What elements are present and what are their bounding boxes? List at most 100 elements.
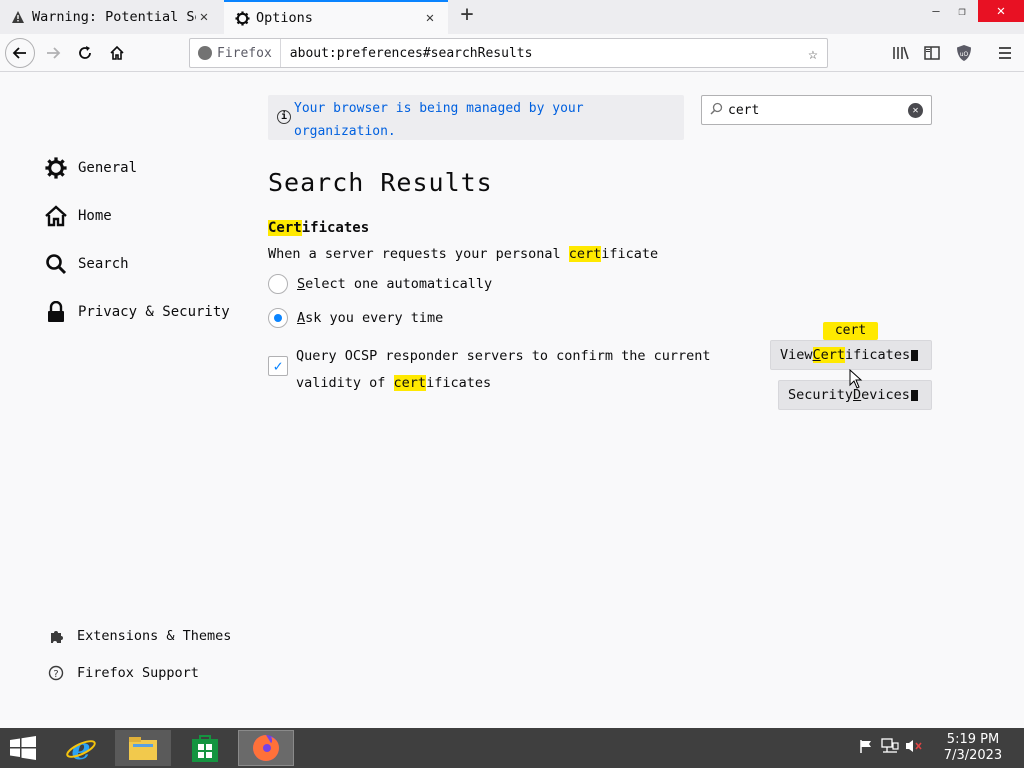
view-certificates-button[interactable]: View Cert ificates	[770, 340, 932, 370]
text-cursor	[910, 389, 918, 401]
identity-box[interactable]: Firefox	[190, 39, 281, 67]
search-highlight: Cert	[812, 347, 846, 363]
ocsp-label-rest: ificates	[426, 375, 492, 391]
forward-button[interactable]	[39, 39, 67, 67]
sidebar-item-extensions[interactable]: Extensions & Themes	[48, 628, 231, 644]
accesskey: S	[297, 276, 306, 292]
internet-explorer-icon: e	[66, 732, 96, 764]
lock-icon	[45, 301, 67, 323]
reload-button[interactable]	[71, 39, 99, 67]
sidebar-toggle-icon[interactable]	[923, 44, 941, 62]
radio-ask-every-time[interactable]: Ask you every time	[268, 308, 443, 328]
folder-icon	[129, 737, 157, 760]
volume-muted-icon[interactable]	[905, 738, 923, 756]
taskbar-internet-explorer[interactable]: e	[53, 730, 109, 766]
sidebar-item-label: Extensions & Themes	[77, 628, 232, 644]
search-icon	[45, 253, 67, 275]
start-button[interactable]	[8, 736, 40, 760]
library-icon[interactable]	[892, 44, 910, 62]
mouse-pointer-icon	[849, 369, 863, 389]
search-match-tooltip: cert	[823, 322, 878, 345]
policies-notice-link[interactable]: Your browser is being managed by your or…	[294, 97, 614, 143]
ublock-icon[interactable]: uO	[955, 44, 973, 62]
sidebar-item-label: General	[78, 160, 138, 176]
network-icon[interactable]	[881, 738, 899, 756]
button-label: Security	[788, 387, 854, 403]
info-icon: i	[277, 110, 291, 124]
desc-text: When a server requests your personal	[268, 246, 569, 262]
section-title-rest: ificates	[301, 220, 370, 236]
gear-icon	[234, 10, 250, 26]
url-text[interactable]: about:preferences#searchResults	[281, 46, 799, 61]
taskbar-clock[interactable]: 5:19 PM 7/3/2023	[936, 732, 1010, 764]
text-cursor	[911, 349, 919, 361]
tab-options[interactable]: Options ✕	[224, 0, 448, 34]
bookmark-star-icon[interactable]: ☆	[799, 44, 827, 63]
radio-label-text: elect one automatically	[305, 276, 493, 292]
tab-title: Options	[256, 10, 313, 26]
restore-button[interactable]: ❐	[946, 0, 978, 22]
help-icon: ?	[48, 665, 64, 681]
sidebar-item-privacy[interactable]: Privacy & Security	[45, 301, 230, 323]
taskbar-file-explorer[interactable]	[115, 730, 171, 766]
menu-icon[interactable]	[996, 44, 1014, 62]
navigation-toolbar: Firefox about:preferences#searchResults …	[0, 34, 1024, 72]
close-icon[interactable]: ✕	[422, 10, 438, 26]
puzzle-icon	[48, 628, 64, 644]
clear-search-icon[interactable]: ✕	[908, 103, 923, 118]
home-icon	[45, 205, 67, 227]
new-tab-button[interactable]: +	[455, 4, 479, 28]
sidebar-item-label: Search	[78, 256, 129, 272]
radio-select-automatically[interactable]: Select one automatically	[268, 274, 492, 294]
radio-button[interactable]	[268, 274, 288, 294]
home-button[interactable]	[103, 39, 131, 67]
close-icon[interactable]: ✕	[196, 9, 212, 25]
search-highlight: Cert	[268, 220, 302, 236]
taskbar-store[interactable]	[177, 730, 233, 766]
clock-time: 5:19 PM	[946, 732, 1000, 747]
warning-icon	[10, 9, 26, 25]
highlight-text: ert	[820, 347, 846, 363]
svg-text:?: ?	[53, 669, 58, 680]
firefox-icon	[253, 735, 279, 761]
ocsp-label-text: Query OCSP responder servers to confirm …	[296, 348, 711, 391]
tab-strip: Warning: Potential Se ✕ Options ✕ + — ❐ …	[0, 0, 1024, 34]
sidebar-item-support[interactable]: ? Firefox Support	[48, 665, 199, 681]
sidebar-item-label: Firefox Support	[77, 665, 199, 681]
back-button[interactable]	[5, 38, 35, 68]
tab-title: Warning: Potential Se	[32, 9, 196, 25]
taskbar-firefox[interactable]	[238, 730, 294, 766]
tab-warning[interactable]: Warning: Potential Se ✕	[0, 0, 222, 34]
svg-text:uO: uO	[960, 51, 969, 58]
desc-text-rest: ificate	[601, 246, 659, 262]
button-label: View	[780, 347, 813, 363]
button-label-rest: ificates	[845, 347, 911, 363]
store-icon	[192, 735, 218, 762]
url-bar[interactable]: Firefox about:preferences#searchResults …	[189, 38, 828, 68]
window-close-button[interactable]: ✕	[978, 0, 1024, 22]
ocsp-label: Query OCSP responder servers to confirm …	[296, 343, 716, 397]
radio-label: Ask you every time	[297, 310, 443, 326]
back-arrow-icon	[12, 47, 26, 59]
windows-logo-icon	[10, 736, 36, 760]
button-label-rest: evices	[861, 387, 910, 403]
search-highlight: cert	[393, 375, 427, 391]
sidebar-item-search[interactable]: Search	[45, 253, 129, 275]
firefox-icon	[198, 46, 212, 60]
forward-arrow-icon	[47, 47, 61, 59]
action-center-flag-icon[interactable]	[858, 738, 876, 756]
search-highlight: cert	[568, 246, 602, 262]
certificates-section-title: Certificates	[268, 220, 369, 236]
sidebar-item-label: Privacy & Security	[78, 304, 230, 320]
accesskey: D	[853, 387, 862, 403]
ocsp-checkbox[interactable]: ✓	[268, 356, 288, 376]
radio-button-checked[interactable]	[268, 308, 288, 328]
sidebar-item-home[interactable]: Home	[45, 205, 112, 227]
search-input[interactable]	[728, 100, 898, 120]
clock-date: 7/3/2023	[943, 748, 1003, 763]
home-icon	[110, 45, 124, 60]
sidebar-item-general[interactable]: General	[45, 157, 137, 179]
radio-label-text: sk you every time	[305, 310, 444, 326]
accesskey: C	[812, 347, 821, 363]
options-search: ✕	[701, 95, 932, 125]
